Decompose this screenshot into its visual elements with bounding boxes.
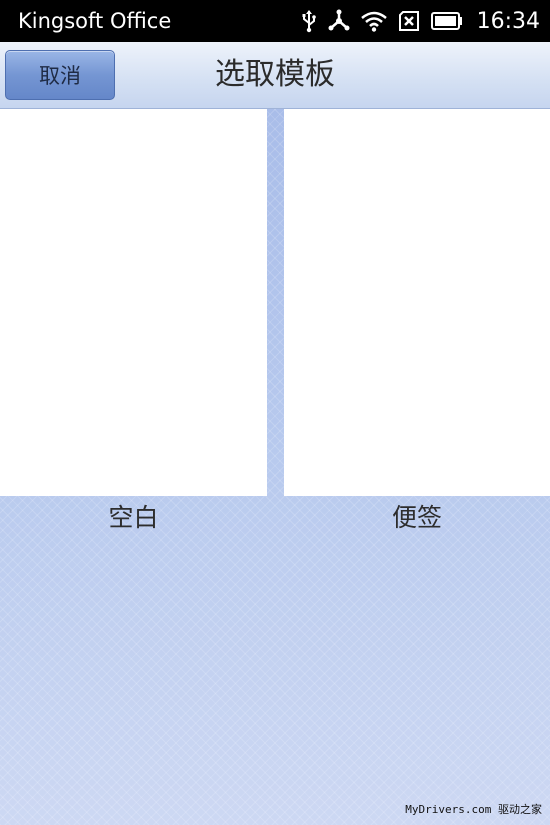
template-blank-label: 空白	[108, 503, 159, 532]
status-time: 16:34	[476, 8, 540, 34]
template-blank[interactable]: 空白	[0, 109, 267, 536]
status-bar: Kingsoft Office 16:34	[0, 0, 550, 42]
template-memo[interactable]: 便签	[284, 109, 550, 536]
battery-icon	[430, 11, 463, 31]
no-sim-icon	[397, 10, 421, 32]
template-memo-label: 便签	[391, 503, 442, 532]
template-blank-thumbnail[interactable]	[0, 109, 267, 496]
usb-icon	[301, 9, 317, 33]
status-icons: 16:34	[291, 0, 540, 42]
status-app-name: Kingsoft Office	[18, 9, 172, 33]
wifi-icon	[360, 10, 387, 32]
watermark: MyDrivers.com 驱动之家	[405, 803, 542, 816]
template-memo-thumbnail[interactable]	[284, 109, 550, 496]
share-icon	[327, 9, 351, 33]
cancel-button[interactable]: 取消	[5, 50, 115, 100]
title-bar: 取消 选取模板	[0, 42, 550, 109]
template-gallery: 空白 便签 MyDrivers.com 驱动之家	[0, 109, 550, 825]
